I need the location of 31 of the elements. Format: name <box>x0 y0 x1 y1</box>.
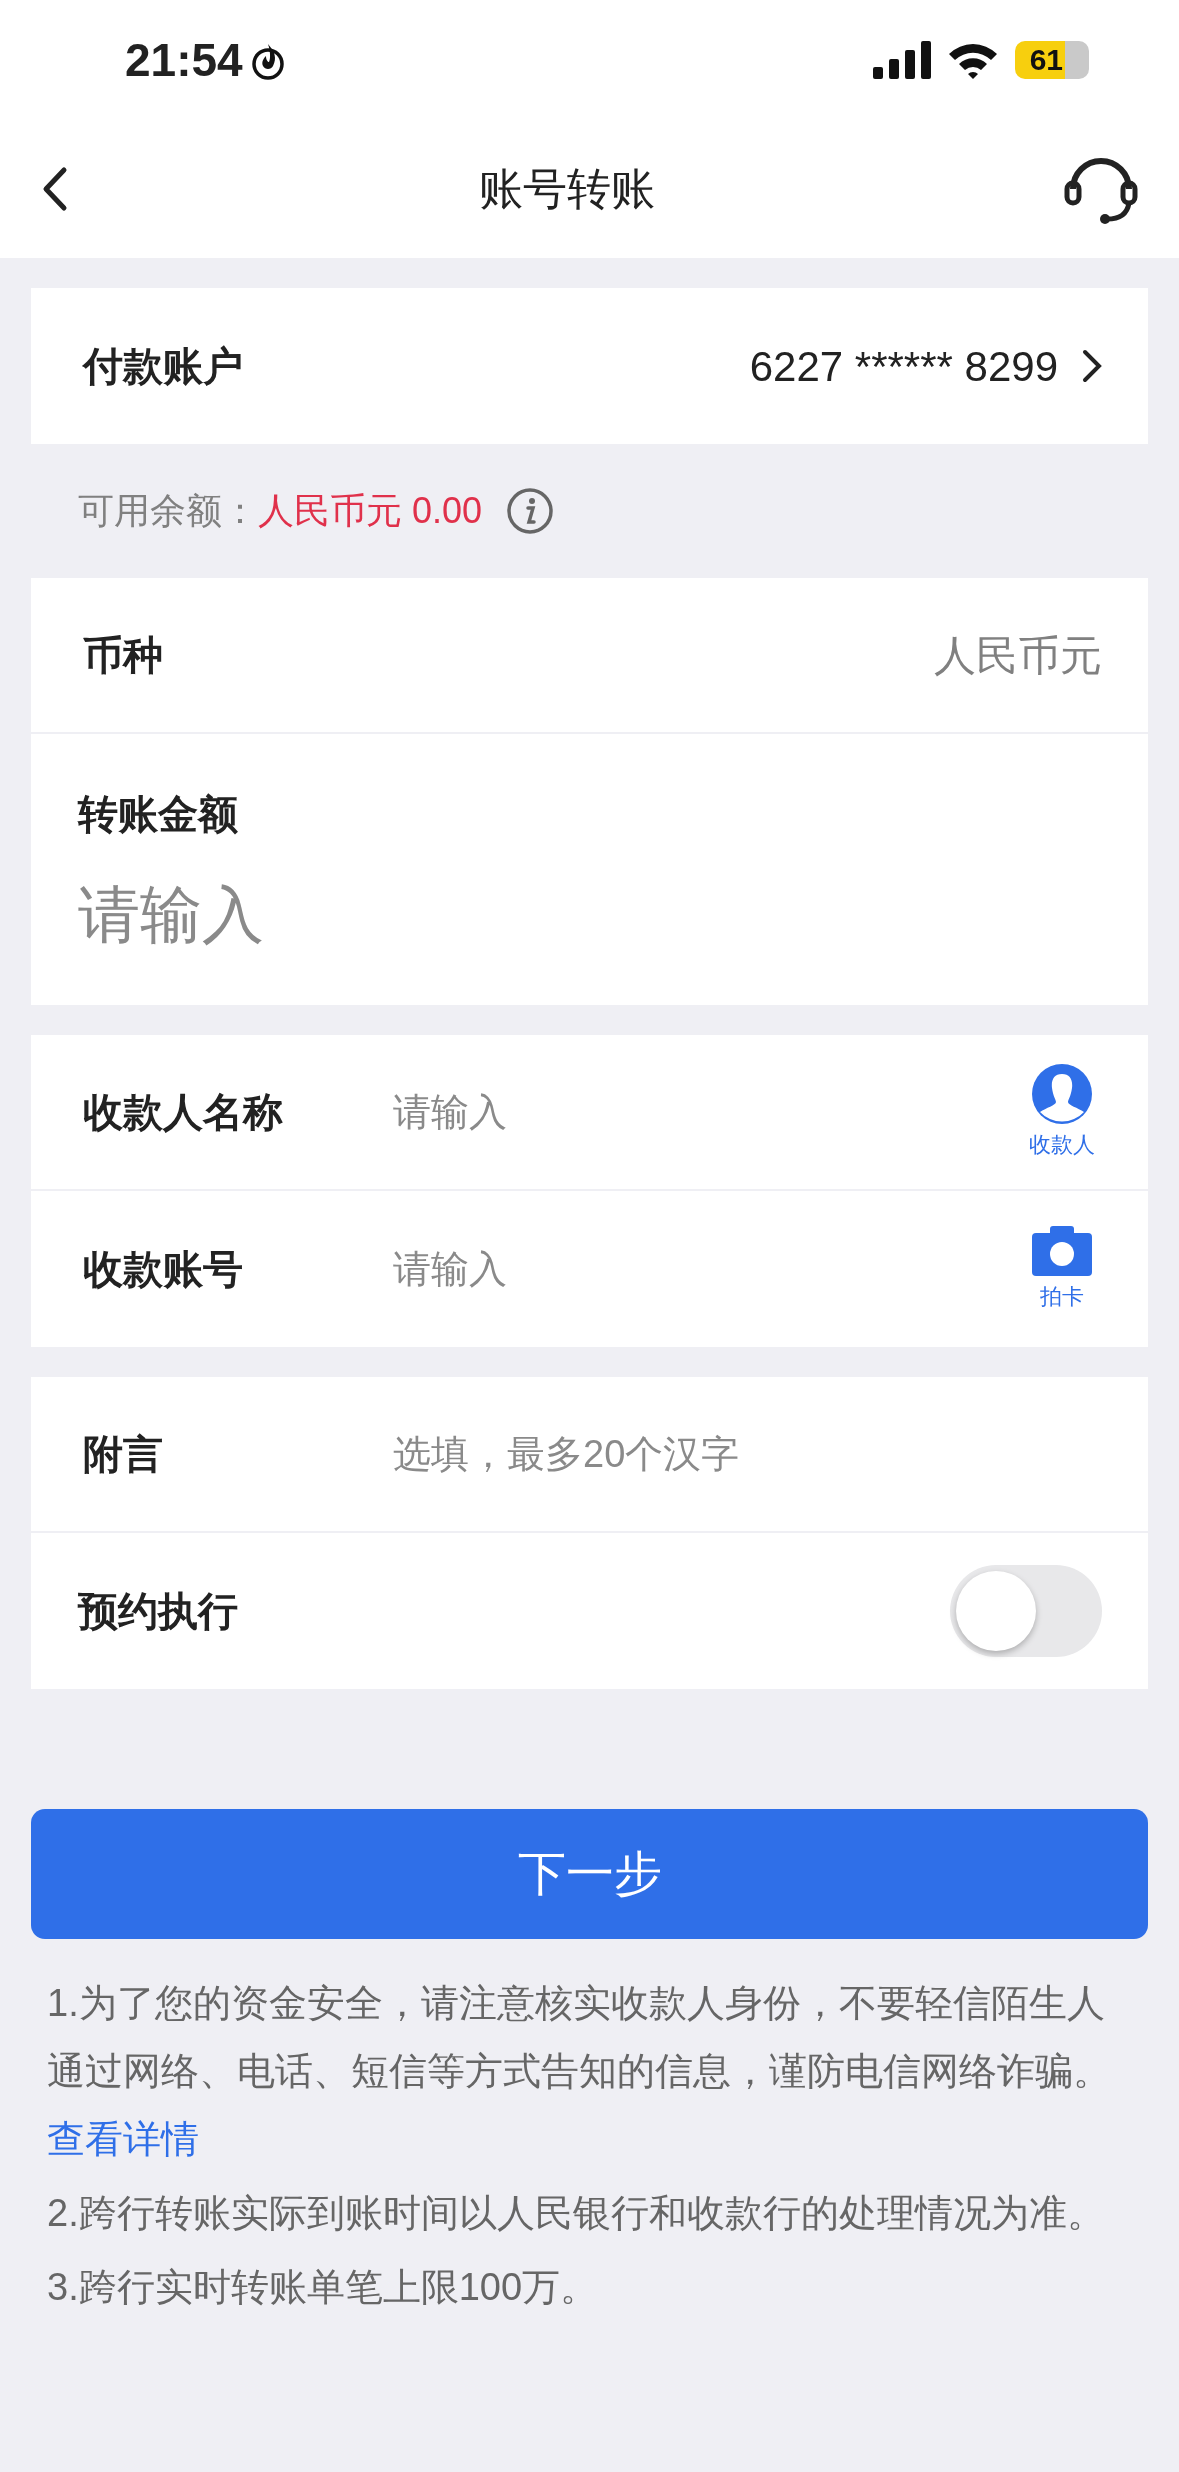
status-time: 21:54 <box>125 32 243 88</box>
next-button[interactable]: 下一步 <box>31 1809 1148 1939</box>
camera-icon <box>1032 1225 1092 1276</box>
field-label: 预约执行 <box>78 1588 238 1635</box>
page-title: 账号转账 <box>478 163 655 215</box>
contact-button[interactable]: 收款人 <box>1022 1063 1102 1161</box>
person-icon <box>1032 1063 1092 1124</box>
field-label: 币种 <box>83 632 163 679</box>
amount-input-field[interactable]: 请输入 <box>78 868 1102 961</box>
info-icon[interactable] <box>506 487 555 535</box>
field-label: 付款账户 <box>83 343 243 390</box>
account-selector[interactable]: 6227 ****** 8299 <box>749 334 1102 398</box>
chevron-icon <box>1082 349 1102 383</box>
wifi-icon <box>947 41 999 79</box>
field-label: 收款人名称 <box>83 1089 284 1136</box>
currency-value: 人民币元 <box>934 630 1102 681</box>
card-scan-button[interactable]: 拍卡 <box>1022 1225 1102 1313</box>
battery-level: 61 <box>1015 41 1065 79</box>
input-field[interactable]: 请输入 <box>393 1240 1022 1298</box>
notice-text: 3.跨行实时转账单笔上限100万。 <box>47 2265 600 2310</box>
signal-icon <box>873 41 931 79</box>
input-field[interactable]: 请输入 <box>393 1083 1022 1141</box>
field-label: 收款账号 <box>83 1246 244 1293</box>
input-field[interactable]: 选填，最多20个汉字 <box>393 1425 1102 1483</box>
field-label: 转账金额 <box>78 791 239 838</box>
balance-label: 可用余额： <box>78 489 258 533</box>
field-label: 附言 <box>83 1431 164 1478</box>
balance-amount: 人民币元 0.00 <box>258 489 483 533</box>
details-link[interactable]: 查看详情 <box>47 2118 199 2160</box>
notice-text: 2.跨行转账实际到账时间以人民银行和收款行的处理情况为准。 <box>47 2191 1106 2236</box>
notice-text: 1.为了您的资金安全，请注意核实收款人身份，不要轻信陌生人通过网络、电话、短信等方式告知的信息，谨防电信网络诈骗。 查看详情 <box>47 1981 1112 2162</box>
